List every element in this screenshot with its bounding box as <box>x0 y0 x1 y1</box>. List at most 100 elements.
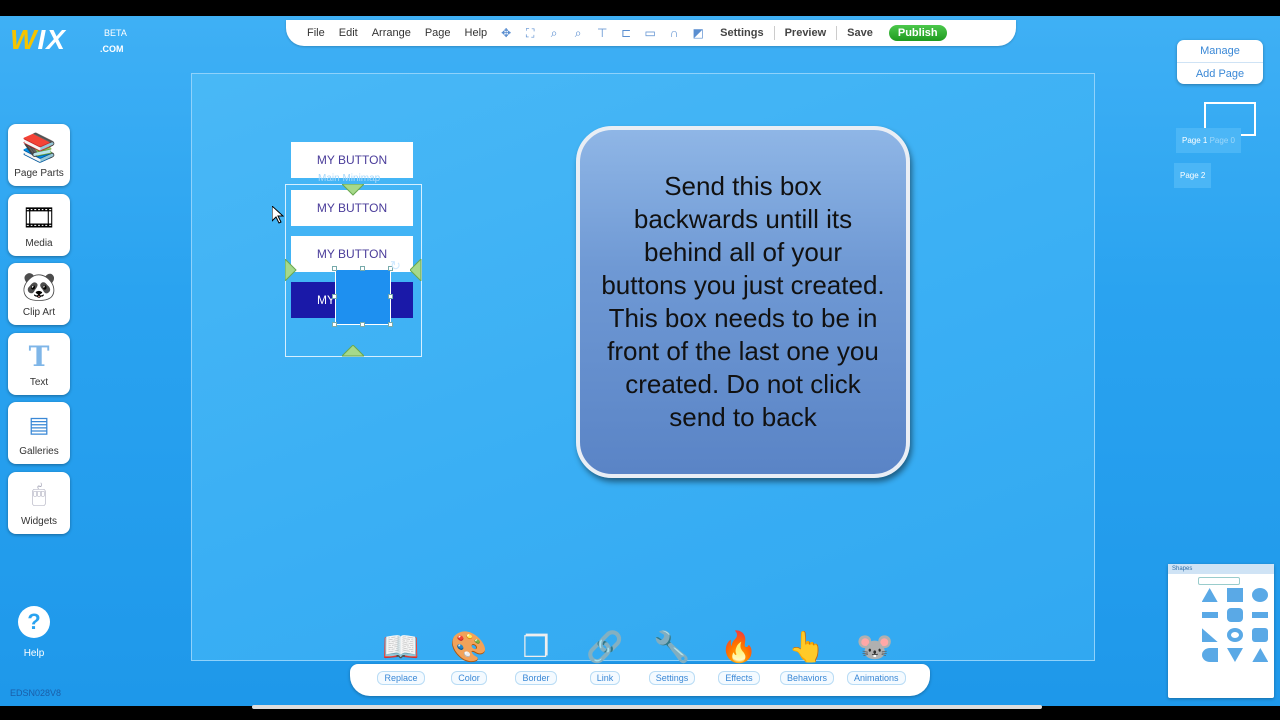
triangle-shape-icon[interactable] <box>1201 588 1218 602</box>
clip-art-label: Clip Art <box>22 307 56 318</box>
text-tool[interactable]: T Text <box>8 333 70 395</box>
paint-icon[interactable]: ◩ <box>691 26 705 40</box>
menu-help[interactable]: Help <box>458 27 495 39</box>
half-circle-shape-icon[interactable] <box>1201 648 1218 662</box>
menu-page[interactable]: Page <box>418 27 458 39</box>
media-icon: 🎞 <box>21 201 57 233</box>
menu-edit[interactable]: Edit <box>332 27 365 39</box>
hand-pointer-icon: 👆 <box>788 631 826 664</box>
replace-label: Replace <box>377 671 425 685</box>
page-tab-2-label: Page 2 <box>1180 171 1206 180</box>
clip-art-tool[interactable]: 🐼 Clip Art <box>8 263 70 325</box>
resize-handle[interactable] <box>360 322 365 327</box>
color-palette-icon: 🎨 <box>450 631 488 664</box>
down-triangle-shape-icon[interactable] <box>1226 648 1243 662</box>
bar-shape-icon[interactable] <box>1252 612 1269 618</box>
wrench-icon: 🔧 <box>653 631 691 664</box>
question-icon: ? <box>18 606 50 638</box>
effects-label: Effects <box>718 671 760 685</box>
link-label: Link <box>589 671 621 685</box>
rounded-square-shape-icon[interactable] <box>1226 608 1243 622</box>
horizontal-scrollbar[interactable] <box>252 705 1042 709</box>
add-page-button[interactable]: Add Page <box>1177 63 1263 85</box>
right-triangle-shape-icon[interactable] <box>1201 628 1218 642</box>
replace-tool[interactable]: 📖 Replace <box>373 628 429 686</box>
zoom-out-icon[interactable]: ⌕ <box>571 26 585 40</box>
resize-arrow-right-icon[interactable] <box>410 259 422 281</box>
save-button[interactable]: Save <box>837 27 883 39</box>
animations-tool[interactable]: 🐭 Animations <box>847 628 906 686</box>
selected-box[interactable] <box>335 269 391 325</box>
resize-handle[interactable] <box>332 322 337 327</box>
animation-character-icon: 🐭 <box>856 631 894 664</box>
behaviors-tool[interactable]: 👆 Behaviors <box>779 628 835 686</box>
media-label: Media <box>25 238 53 249</box>
zoom-in-icon[interactable]: ⌕ <box>547 26 561 40</box>
settings-tool[interactable]: 🔧 Settings <box>644 628 700 686</box>
effects-tool[interactable]: 🔥 Effects <box>711 628 767 686</box>
color-tool[interactable]: 🎨 Color <box>441 628 497 686</box>
ghost-label: Main Minimap <box>318 173 381 184</box>
page-parts-label: Page Parts <box>14 168 64 179</box>
resize-arrow-top-icon[interactable] <box>342 184 364 196</box>
frame-icon[interactable]: ▭ <box>643 26 657 40</box>
instruction-callout: Send this box backwards untill its behin… <box>576 126 910 478</box>
manage-button[interactable]: Manage <box>1177 40 1263 62</box>
align-left-icon[interactable]: ⊏ <box>619 26 633 40</box>
fit-icon[interactable]: ⛶ <box>523 26 537 40</box>
square-shape-icon[interactable] <box>1226 588 1243 602</box>
resize-handle[interactable] <box>360 266 365 271</box>
bottom-toolbar <box>350 664 930 696</box>
publish-button[interactable]: Publish <box>888 25 947 41</box>
shapes-panel[interactable]: Shapes <box>1168 564 1274 698</box>
wix-wordmark: WIX <box>10 24 66 55</box>
border-tool[interactable]: ❐ Border <box>508 628 564 686</box>
resize-handle[interactable] <box>332 294 337 299</box>
resize-handle[interactable] <box>388 294 393 299</box>
preview-button[interactable]: Preview <box>775 27 837 39</box>
help-label: Help <box>23 648 45 659</box>
border-label: Border <box>515 671 557 685</box>
shapes-panel-title: Shapes <box>1168 564 1274 574</box>
border-icon: ❐ <box>522 631 550 664</box>
help-button[interactable]: ? Help <box>18 606 50 659</box>
cursor-icon <box>272 206 284 224</box>
page-parts-icon: 📚 <box>21 131 57 163</box>
text-icon: T <box>28 339 50 373</box>
color-label: Color <box>451 671 487 685</box>
galleries-icon: ▤ <box>28 412 50 437</box>
link-tool[interactable]: 🔗 Link <box>577 628 633 686</box>
settings-button[interactable]: Settings <box>710 27 773 39</box>
animations-label: Animations <box>847 671 906 685</box>
flame-icon: 🔥 <box>720 631 758 664</box>
pages-manager: Manage Add Page <box>1177 40 1263 84</box>
widgets-label: Widgets <box>20 516 58 527</box>
align-top-icon[interactable]: ⊤ <box>595 26 609 40</box>
galleries-label: Galleries <box>19 446 59 457</box>
rotate-icon[interactable]: ↻ <box>390 258 401 274</box>
shapes-search-input[interactable] <box>1198 577 1240 585</box>
menu-file[interactable]: File <box>300 27 332 39</box>
ring-shape-icon[interactable] <box>1226 628 1243 642</box>
triangle-shape-icon-2[interactable] <box>1252 648 1269 662</box>
arrow-shape-icon[interactable] <box>1201 612 1218 618</box>
resize-arrow-bottom-icon[interactable] <box>342 345 364 357</box>
mouse-icon: 🖱 <box>31 481 47 508</box>
page-tab-ghost-label: Page 0 <box>1209 136 1235 145</box>
page-parts-tool[interactable]: 📚 Page Parts <box>8 124 70 186</box>
resize-handle[interactable] <box>332 266 337 271</box>
page-tab-1-label: Page 1 <box>1182 136 1208 145</box>
resize-arrow-left-icon[interactable] <box>285 259 297 281</box>
cylinder-shape-icon[interactable] <box>1252 628 1269 642</box>
galleries-tool[interactable]: ▤ Galleries <box>8 402 70 464</box>
page-tab-1[interactable]: Page 1 Page 0 <box>1176 128 1241 153</box>
magnet-icon[interactable]: ∩ <box>667 26 681 40</box>
media-tool[interactable]: 🎞 Media <box>8 194 70 256</box>
page-tab-2[interactable]: Page 2 <box>1174 163 1212 188</box>
resize-handle[interactable] <box>388 322 393 327</box>
move-icon[interactable]: ✥ <box>499 26 513 40</box>
behaviors-label: Behaviors <box>779 671 835 685</box>
circle-shape-icon[interactable] <box>1252 588 1269 602</box>
menu-arrange[interactable]: Arrange <box>365 27 418 39</box>
widgets-tool[interactable]: 🖱 Widgets <box>8 472 70 534</box>
